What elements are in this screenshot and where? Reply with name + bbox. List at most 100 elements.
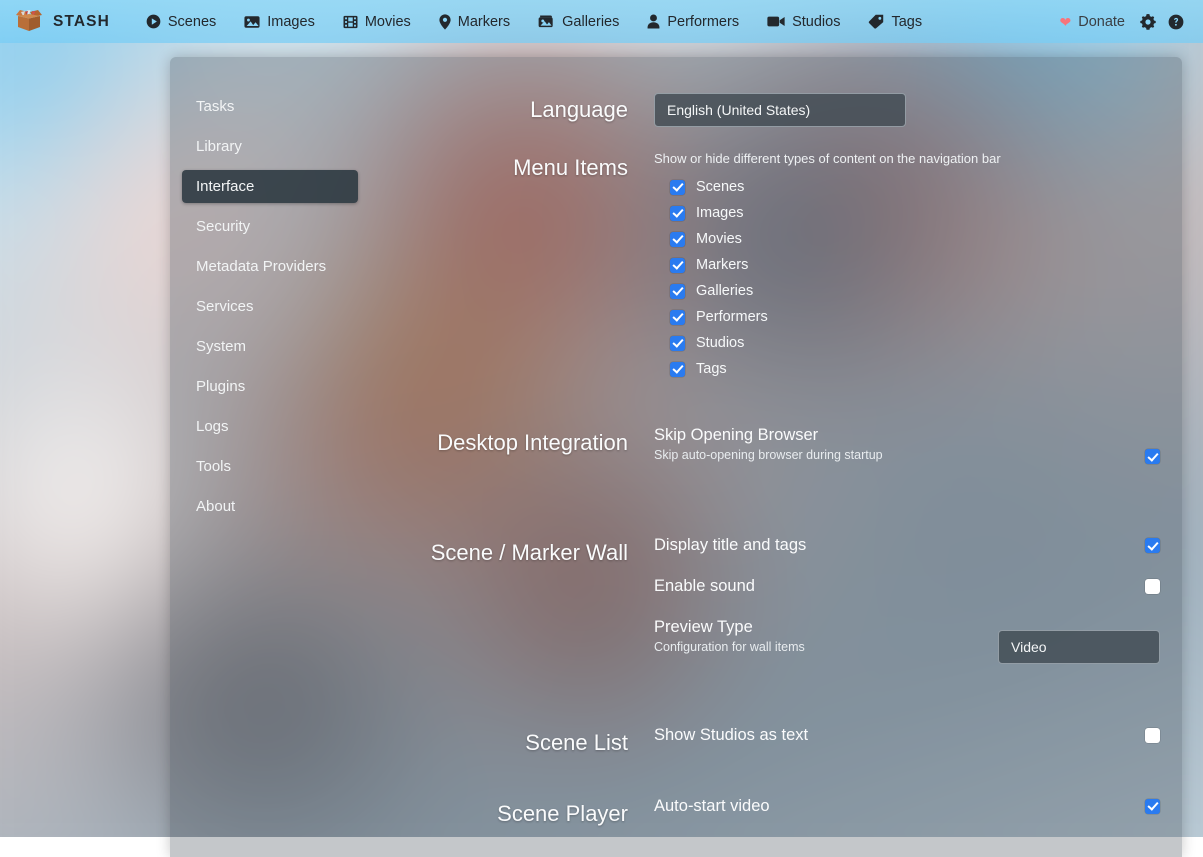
section-body-menu-items: Show or hide different types of content … <box>654 151 1160 382</box>
language-select[interactable]: English (United States) <box>654 93 906 127</box>
brand-home-link[interactable]: STASH <box>14 6 110 38</box>
section-title-language: Language <box>386 93 654 124</box>
section-desktop-integration: Desktop Integration Skip Opening Browser… <box>386 426 1160 464</box>
sidebar-item-tasks[interactable]: Tasks <box>182 90 358 123</box>
checkbox-images[interactable] <box>670 206 685 221</box>
section-body-scene-marker-wall: Display title and tags Enable sound <box>654 536 1160 664</box>
nav-item-galleries[interactable]: Galleries <box>524 9 633 35</box>
nav-item-tags[interactable]: Tags <box>854 9 936 35</box>
nav-label: Studios <box>792 14 840 30</box>
checkbox-movies[interactable] <box>670 232 685 247</box>
nav-label: Movies <box>365 14 411 30</box>
sidebar-item-plugins[interactable]: Plugins <box>182 370 358 403</box>
option-text: Enable sound <box>654 577 755 596</box>
sidebar-item-interface[interactable]: Interface <box>182 170 358 203</box>
film-icon <box>343 15 358 29</box>
nav-item-markers[interactable]: Markers <box>425 9 524 35</box>
nav-label: Tags <box>891 14 922 30</box>
option-title: Show Studios as text <box>654 726 808 745</box>
option-show-studios-as-text: Show Studios as text <box>654 726 1160 745</box>
checkbox-label: Performers <box>696 309 768 325</box>
settings-button[interactable] <box>1134 8 1162 36</box>
donate-label: Donate <box>1078 14 1125 30</box>
nav-label: Markers <box>458 14 510 30</box>
option-control: Video <box>998 618 1160 664</box>
option-title: Display title and tags <box>654 536 806 555</box>
sidebar-item-metadata-providers[interactable]: Metadata Providers <box>182 250 358 283</box>
gear-icon <box>1140 14 1156 30</box>
section-menu-items: Menu Items Show or hide different types … <box>386 151 1160 382</box>
checkbox-performers[interactable] <box>670 310 685 325</box>
sidebar-item-tools[interactable]: Tools <box>182 450 358 483</box>
nav-label: Performers <box>667 14 739 30</box>
checkbox-galleries[interactable] <box>670 284 685 299</box>
checkbox-show-studios-as-text[interactable] <box>1145 728 1160 743</box>
option-title: Auto-start video <box>654 797 770 816</box>
sidebar-item-security[interactable]: Security <box>182 210 358 243</box>
nav-item-scenes[interactable]: Scenes <box>132 9 230 35</box>
sidebar-item-logs[interactable]: Logs <box>182 410 358 443</box>
play-circle-icon <box>146 14 161 29</box>
menu-item-checkbox-performers[interactable]: Performers <box>670 304 1160 330</box>
preview-type-value: Video <box>1011 639 1047 655</box>
option-enable-sound: Enable sound <box>654 577 1160 596</box>
nav-item-performers[interactable]: Performers <box>633 9 753 35</box>
menu-item-checkbox-tags[interactable]: Tags <box>670 356 1160 382</box>
checkbox-skip-opening-browser[interactable] <box>1145 449 1160 464</box>
checkbox-markers[interactable] <box>670 258 685 273</box>
checkbox-enable-sound[interactable] <box>1145 579 1160 594</box>
option-control <box>1145 577 1160 594</box>
sidebar-item-library[interactable]: Library <box>182 130 358 163</box>
section-language: Language English (United States) <box>386 93 1160 127</box>
sidebar-item-about[interactable]: About <box>182 490 358 523</box>
option-control <box>1145 426 1160 464</box>
menu-item-checkbox-studios[interactable]: Studios <box>670 330 1160 356</box>
nav-item-movies[interactable]: Movies <box>329 9 425 35</box>
menu-item-checkbox-images[interactable]: Images <box>670 200 1160 226</box>
nav-label: Galleries <box>562 14 619 30</box>
option-title: Enable sound <box>654 577 755 596</box>
donate-button[interactable]: ❤ Donate <box>1051 9 1135 35</box>
navbar-right-actions: ❤ Donate <box>1051 8 1203 36</box>
option-text: Display title and tags <box>654 536 806 555</box>
section-body-scene-player: Auto-start video <box>654 797 1160 816</box>
option-auto-start-video: Auto-start video <box>654 797 1160 816</box>
navbar-links: Scenes Images Movies Markers Galleries <box>132 9 936 35</box>
checkbox-studios[interactable] <box>670 336 685 351</box>
checkbox-label: Scenes <box>696 179 744 195</box>
brand-title: STASH <box>53 13 110 31</box>
image-icon <box>244 15 260 29</box>
checkbox-label: Images <box>696 205 744 221</box>
checkbox-display-title-and-tags[interactable] <box>1145 538 1160 553</box>
checkbox-tags[interactable] <box>670 362 685 377</box>
checkbox-label: Tags <box>696 361 727 377</box>
images-stack-icon <box>538 14 555 29</box>
option-control <box>1145 726 1160 743</box>
option-description: Skip auto-opening browser during startup <box>654 448 883 462</box>
section-scene-list: Scene List Show Studios as text <box>386 726 1160 757</box>
nav-item-images[interactable]: Images <box>230 9 329 35</box>
settings-sidebar: Tasks Library Interface Security Metadat… <box>170 57 370 857</box>
section-body-language: English (United States) <box>654 93 1160 127</box>
menu-item-checkbox-scenes[interactable]: Scenes <box>670 174 1160 200</box>
heart-icon: ❤ <box>1060 15 1072 29</box>
section-title-menu-items: Menu Items <box>386 151 654 182</box>
checkbox-label: Studios <box>696 335 744 351</box>
tag-icon <box>868 14 884 29</box>
help-button[interactable] <box>1162 8 1190 36</box>
option-control <box>1145 536 1160 553</box>
menu-item-checkbox-galleries[interactable]: Galleries <box>670 278 1160 304</box>
sidebar-item-system[interactable]: System <box>182 330 358 363</box>
video-camera-icon <box>767 15 785 28</box>
nav-item-studios[interactable]: Studios <box>753 9 854 35</box>
menu-item-checkbox-markers[interactable]: Markers <box>670 252 1160 278</box>
sidebar-item-services[interactable]: Services <box>182 290 358 323</box>
option-text: Auto-start video <box>654 797 770 816</box>
checkbox-scenes[interactable] <box>670 180 685 195</box>
section-title-scene-list: Scene List <box>386 726 654 757</box>
preview-type-select[interactable]: Video <box>998 630 1160 664</box>
checkbox-auto-start-video[interactable] <box>1145 799 1160 814</box>
menu-item-checkbox-movies[interactable]: Movies <box>670 226 1160 252</box>
section-title-desktop-integration: Desktop Integration <box>386 426 654 457</box>
section-body-scene-list: Show Studios as text <box>654 726 1160 745</box>
